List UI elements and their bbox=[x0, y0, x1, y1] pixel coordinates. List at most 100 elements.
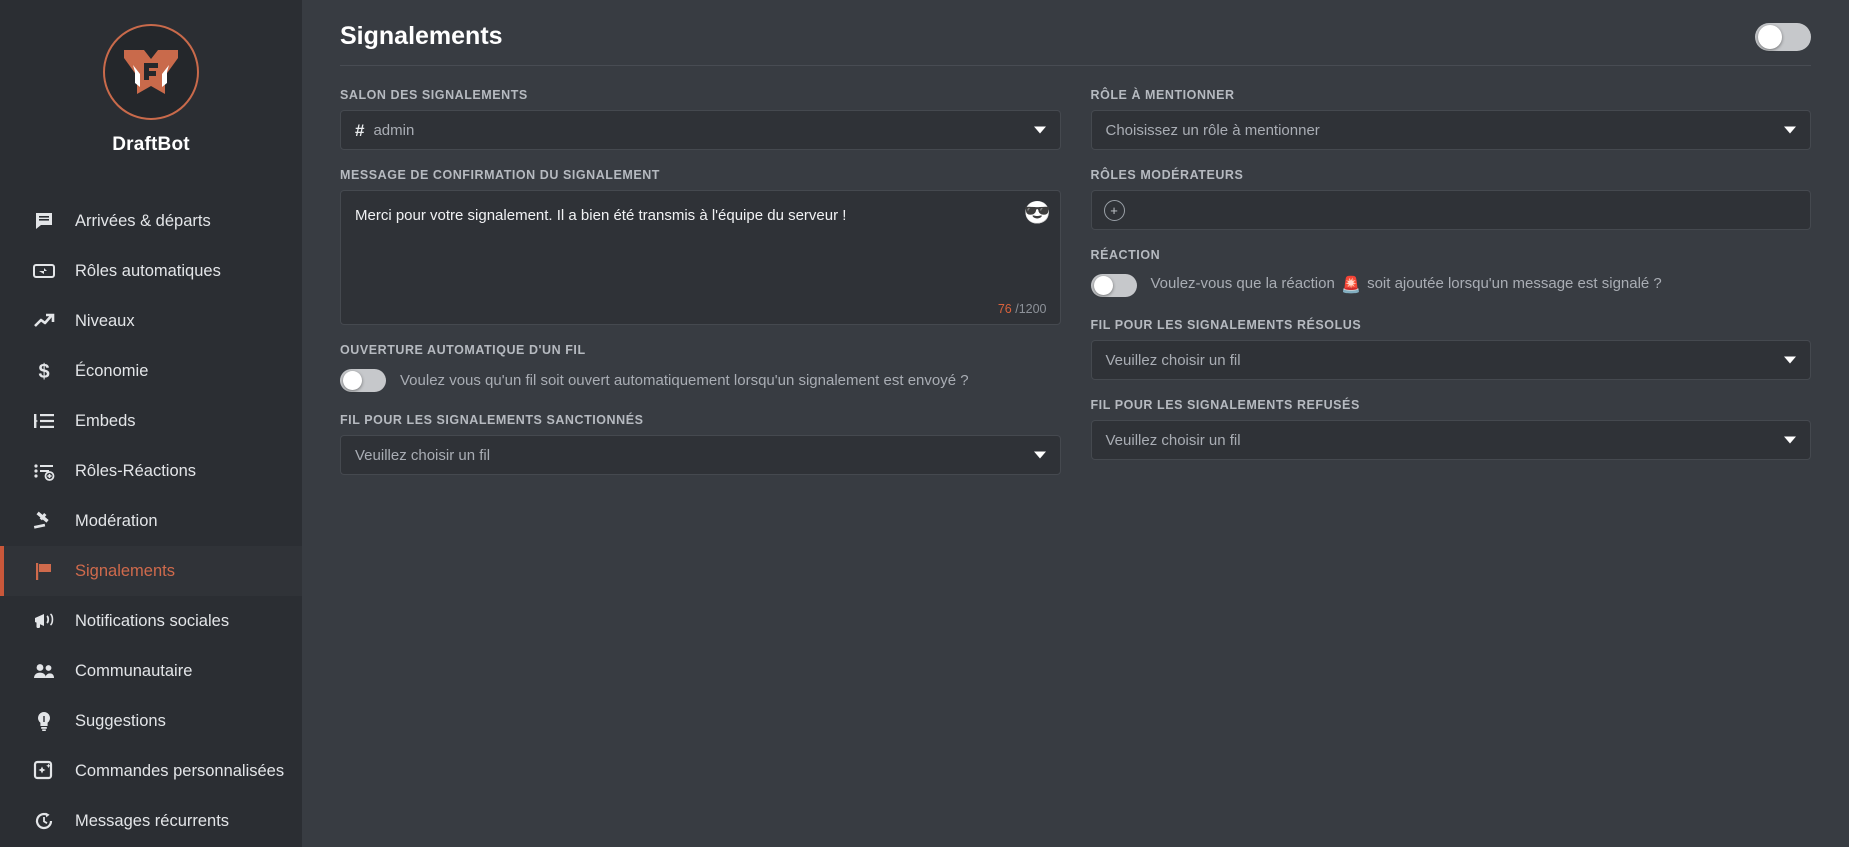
field-label: FIL POUR LES SIGNALEMENTS RÉSOLUS bbox=[1090, 318, 1362, 332]
field-report-channel: SALON DES SIGNALEMENTS # admin bbox=[340, 88, 1061, 150]
chevron-down-icon bbox=[1784, 356, 1796, 364]
confirmation-message-value: Merci pour votre signalement. Il a bien … bbox=[355, 207, 847, 224]
thread-sanctioned-placeholder: Veuillez choisir un fil bbox=[355, 446, 491, 464]
sidebar-item-label: Communautaire bbox=[75, 661, 193, 680]
message-square-icon bbox=[32, 209, 56, 233]
sidebar-item-label: Signalements bbox=[75, 561, 175, 580]
sidebar-nav: Arrivées & départs Rôles automatiques Ni… bbox=[0, 196, 302, 846]
hash-icon: # bbox=[355, 120, 365, 140]
reaction-row: Voulez-vous que la réaction 🚨 soit ajout… bbox=[1090, 270, 1812, 300]
auto-thread-toggle[interactable] bbox=[340, 368, 386, 392]
sidebar-item-economie[interactable]: $ Économie bbox=[0, 346, 302, 396]
refresh-clock-icon bbox=[32, 809, 56, 833]
thread-refused-placeholder: Veuillez choisir un fil bbox=[1105, 431, 1241, 449]
brand-name: DraftBot bbox=[112, 134, 190, 155]
sidebar-item-communautaire[interactable]: Communautaire bbox=[0, 646, 302, 696]
chevron-down-icon bbox=[1784, 126, 1796, 134]
sidebar-item-messages-recurrents[interactable]: Messages récurrents bbox=[0, 796, 302, 846]
app-root: DraftBot Arrivées & départs Rôles automa… bbox=[0, 0, 1849, 847]
field-label: SALON DES SIGNALEMENTS bbox=[340, 88, 528, 102]
sidebar: DraftBot Arrivées & départs Rôles automa… bbox=[0, 0, 302, 847]
field-thread-resolved: FIL POUR LES SIGNALEMENTS RÉSOLUS Veuill… bbox=[1090, 318, 1811, 380]
list-plus-icon bbox=[32, 459, 56, 483]
sidebar-item-niveaux[interactable]: Niveaux bbox=[0, 296, 302, 346]
emoji-picker-icon[interactable]: 😎 bbox=[1024, 200, 1051, 226]
users-icon bbox=[32, 659, 56, 683]
field-label: RÔLE À MENTIONNER bbox=[1090, 88, 1235, 102]
field-thread-refused: FIL POUR LES SIGNALEMENTS REFUSÉS Veuill… bbox=[1090, 398, 1811, 460]
field-label: RÔLES MODÉRATEURS bbox=[1090, 168, 1244, 182]
auto-thread-row: Voulez vous qu'un fil soit ouvert automa… bbox=[340, 365, 1061, 395]
toggle-knob bbox=[1093, 275, 1113, 295]
field-reaction: RÉACTION Voulez-vous que la réaction 🚨 s… bbox=[1090, 248, 1812, 300]
mention-role-select[interactable]: Choisissez un rôle à mentionner bbox=[1090, 110, 1811, 150]
auto-role-icon bbox=[32, 259, 56, 283]
sidebar-item-label: Modération bbox=[75, 511, 158, 530]
sidebar-item-label: Embeds bbox=[75, 411, 136, 430]
field-mention-role: RÔLE À MENTIONNER Choisissez un rôle à m… bbox=[1090, 88, 1811, 150]
sidebar-item-label: Rôles automatiques bbox=[75, 261, 221, 280]
sidebar-item-label: Rôles-Réactions bbox=[75, 461, 197, 480]
thread-refused-select[interactable]: Veuillez choisir un fil bbox=[1090, 420, 1811, 460]
lightbulb-icon bbox=[32, 709, 56, 733]
field-auto-thread: OUVERTURE AUTOMATIQUE D'UN FIL Voulez vo… bbox=[340, 343, 1061, 395]
field-label: FIL POUR LES SIGNALEMENTS SANCTIONNÉS bbox=[340, 413, 644, 427]
sidebar-item-embeds[interactable]: Embeds bbox=[0, 396, 302, 446]
moderator-roles-box[interactable]: + bbox=[1090, 190, 1811, 230]
page-title: Signalements bbox=[340, 22, 503, 50]
brand-block: DraftBot bbox=[0, 0, 302, 166]
flag-icon bbox=[32, 559, 56, 583]
megaphone-icon bbox=[32, 609, 56, 633]
sidebar-item-suggestions[interactable]: Suggestions bbox=[0, 696, 302, 746]
plus-circle-icon[interactable]: + bbox=[1103, 199, 1125, 221]
sidebar-item-arrivees-departs[interactable]: Arrivées & départs bbox=[0, 196, 302, 246]
char-counter-used: 76 bbox=[997, 302, 1012, 316]
sidebar-item-label: Messages récurrents bbox=[75, 811, 230, 830]
char-counter: 76 /1200 bbox=[998, 302, 1047, 316]
sidebar-item-roles-automatiques[interactable]: Rôles automatiques bbox=[0, 246, 302, 296]
sidebar-item-label: Économie bbox=[75, 361, 149, 380]
svg-text:$: $ bbox=[38, 361, 49, 382]
sidebar-item-moderation[interactable]: Modération bbox=[0, 496, 302, 546]
chevron-down-icon bbox=[1784, 436, 1796, 444]
sidebar-item-label: Commandes personnalisées bbox=[75, 761, 285, 780]
sidebar-item-label: Notifications sociales bbox=[75, 611, 230, 630]
settings-column-right: RÔLE À MENTIONNER Choisissez un rôle à m… bbox=[1090, 88, 1812, 493]
sidebar-item-commandes-personnalisees[interactable]: Commandes personnalisées bbox=[0, 746, 302, 796]
chevron-down-icon bbox=[1033, 451, 1046, 459]
gavel-icon bbox=[32, 509, 56, 533]
confirmation-message-textarea[interactable]: Merci pour votre signalement. Il a bien … bbox=[340, 190, 1061, 325]
field-label: MESSAGE DE CONFIRMATION DU SIGNALEMENT bbox=[340, 168, 660, 182]
trending-up-icon bbox=[32, 309, 56, 333]
field-confirmation-message: MESSAGE DE CONFIRMATION DU SIGNALEMENT M… bbox=[340, 168, 1061, 325]
chevron-down-icon bbox=[1033, 126, 1046, 134]
auto-thread-description: Voulez vous qu'un fil soit ouvert automa… bbox=[400, 371, 969, 389]
draftbot-logo-icon bbox=[103, 24, 199, 120]
reaction-text-after: soit ajoutée lorsqu'un message est signa… bbox=[1367, 275, 1662, 292]
dollar-sign-icon: $ bbox=[32, 359, 56, 383]
reaction-description: Voulez-vous que la réaction 🚨 soit ajout… bbox=[1151, 275, 1662, 295]
thread-resolved-placeholder: Veuillez choisir un fil bbox=[1105, 351, 1241, 369]
char-counter-max: /1200 bbox=[1015, 302, 1047, 316]
reaction-toggle[interactable] bbox=[1090, 273, 1137, 297]
field-thread-sanctioned: FIL POUR LES SIGNALEMENTS SANCTIONNÉS Ve… bbox=[340, 413, 1061, 475]
sidebar-item-label: Niveaux bbox=[75, 311, 135, 330]
thread-resolved-select[interactable]: Veuillez choisir un fil bbox=[1090, 340, 1811, 380]
sidebar-item-signalements[interactable]: Signalements bbox=[0, 546, 302, 596]
module-enable-toggle[interactable] bbox=[1755, 22, 1811, 51]
reaction-text-before: Voulez-vous que la réaction bbox=[1150, 275, 1335, 292]
field-label: RÉACTION bbox=[1090, 248, 1161, 262]
field-moderator-roles: RÔLES MODÉRATEURS + bbox=[1090, 168, 1811, 230]
report-channel-select[interactable]: # admin bbox=[340, 110, 1061, 150]
embed-list-icon bbox=[32, 409, 56, 433]
sidebar-item-notifications-sociales[interactable]: Notifications sociales bbox=[0, 596, 302, 646]
thread-sanctioned-select[interactable]: Veuillez choisir un fil bbox=[340, 435, 1061, 475]
custom-command-icon bbox=[32, 759, 56, 783]
sidebar-item-label: Arrivées & départs bbox=[75, 211, 211, 230]
main-content: Signalements SALON DES SIGNALEMENTS # ad… bbox=[302, 0, 1849, 847]
settings-column-left: SALON DES SIGNALEMENTS # admin MESSAGE D… bbox=[340, 88, 1061, 493]
sidebar-item-label: Suggestions bbox=[75, 711, 166, 730]
sidebar-item-roles-reactions[interactable]: Rôles-Réactions bbox=[0, 446, 302, 496]
report-channel-value: admin bbox=[373, 121, 415, 139]
police-light-emoji: 🚨 bbox=[1340, 277, 1361, 294]
